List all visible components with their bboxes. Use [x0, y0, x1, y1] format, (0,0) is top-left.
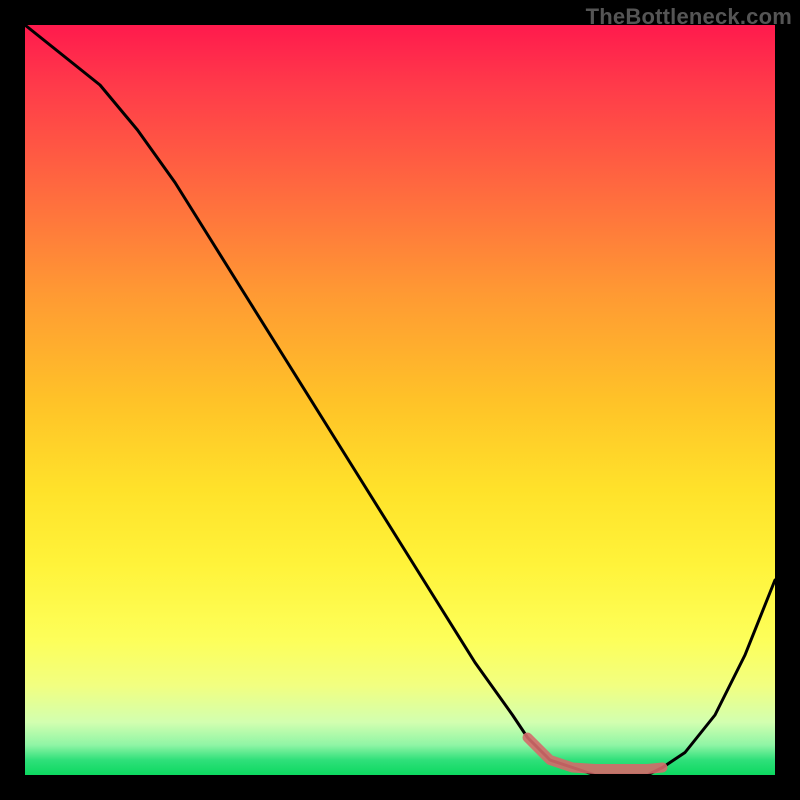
- watermark-text: TheBottleneck.com: [586, 4, 792, 30]
- chart-frame: TheBottleneck.com: [0, 0, 800, 800]
- optimal-band: [528, 738, 663, 770]
- plot-area: [25, 25, 775, 775]
- bottleneck-curve: [25, 25, 775, 775]
- chart-svg: [25, 25, 775, 775]
